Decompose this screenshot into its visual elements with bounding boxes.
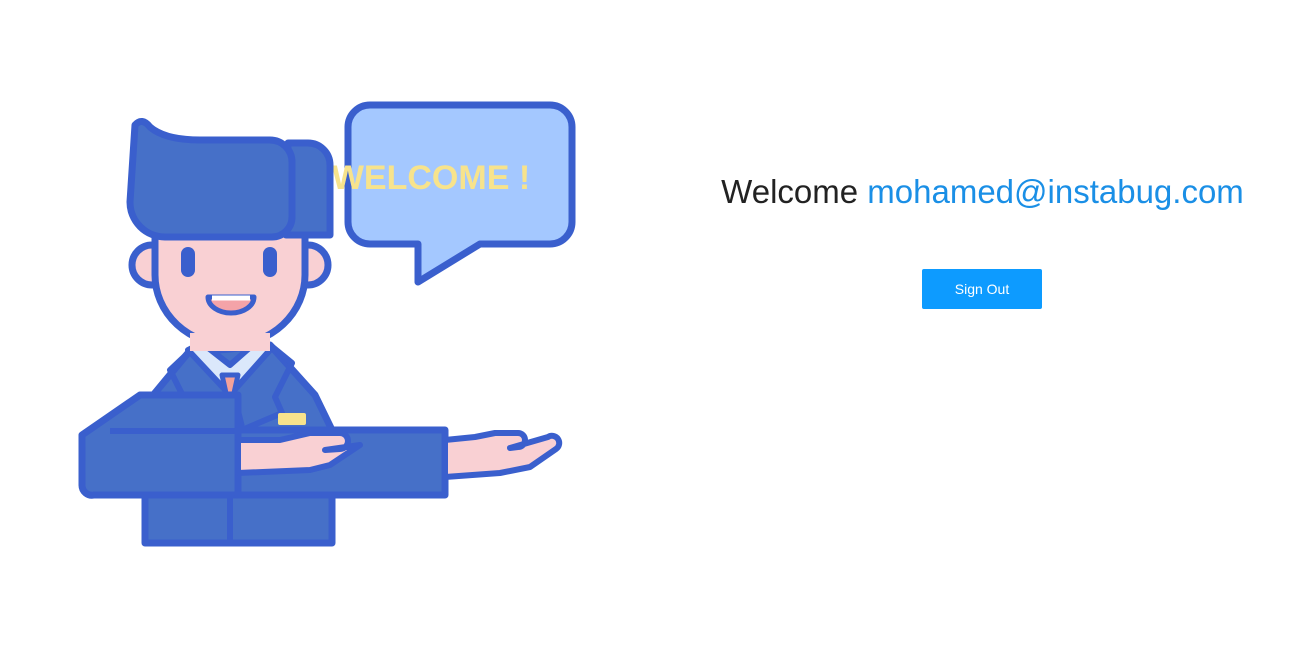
- sign-out-button[interactable]: Sign Out: [922, 269, 1042, 309]
- welcoming-man-illustration-icon: WELCOME !: [78, 101, 576, 547]
- bubble-text: WELCOME !: [332, 159, 530, 197]
- left-arm: [78, 391, 242, 499]
- welcome-illustration: WELCOME !: [70, 95, 590, 560]
- page: WELCOME ! Welcome mohamed@instabug.com S…: [0, 0, 1307, 654]
- speech-bubble: WELCOME !: [332, 101, 576, 286]
- user-email: mohamed@instabug.com: [867, 173, 1244, 210]
- right-arm: [234, 426, 563, 499]
- hair: [126, 118, 334, 241]
- welcome-text: Welcome: [721, 173, 859, 210]
- welcome-message: Welcome mohamed@instabug.com: [660, 171, 1305, 213]
